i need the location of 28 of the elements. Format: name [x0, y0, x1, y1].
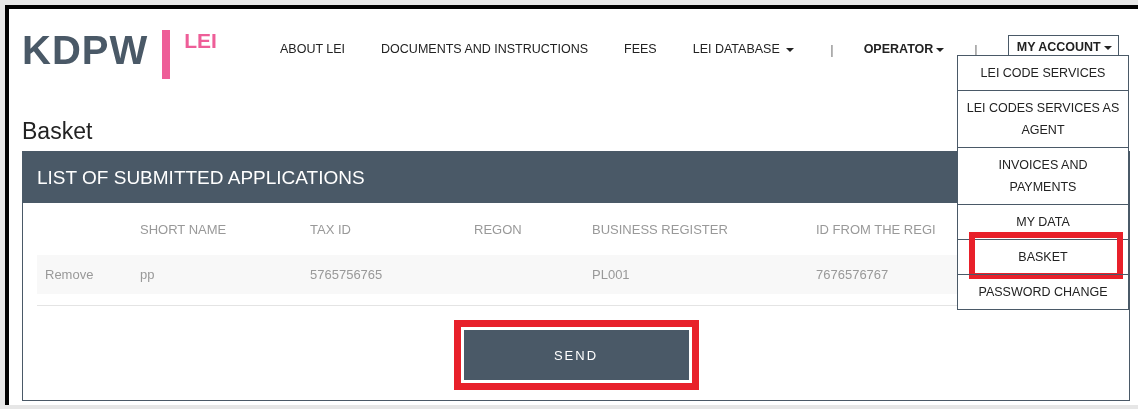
- nav-link[interactable]: FEES: [624, 42, 657, 56]
- menu-item[interactable]: LEI CODES SERVICES AS AGENT: [958, 91, 1128, 147]
- menu-item[interactable]: INVOICES AND PAYMENTS: [958, 148, 1128, 204]
- table-cell-text: pp: [140, 267, 156, 282]
- table-cell-text: PL001: [592, 267, 631, 282]
- logo-text[interactable]: KDPW: [22, 30, 149, 70]
- caret-icon: [786, 47, 795, 52]
- nav-dropdown[interactable]: LEI DATABASE: [692, 42, 795, 56]
- menu-item[interactable]: MY DATA: [958, 205, 1128, 239]
- column-header: REGON: [474, 221, 523, 237]
- menu-item[interactable]: PASSWORD CHANGE: [958, 275, 1128, 309]
- nav-link[interactable]: DOCUMENTS AND INSTRUCTIONS: [381, 42, 589, 56]
- column-header: ID FROM THE REGI: [816, 221, 936, 237]
- menu-item[interactable]: BASKET: [958, 240, 1128, 274]
- send-button[interactable]: SEND: [463, 330, 689, 380]
- column-header: TAX ID: [310, 221, 352, 237]
- table-cell: 7676576767: [816, 267, 889, 282]
- column-header: BUSINESS REGISTER: [592, 221, 729, 237]
- menu-item[interactable]: LEI CODE SERVICES: [958, 56, 1128, 90]
- column-header: SHORT NAME: [140, 221, 228, 237]
- table-cell-text: 5765756765: [310, 267, 384, 282]
- nav-link[interactable]: ABOUT LEI: [280, 42, 346, 56]
- nav-separator: |: [830, 41, 834, 57]
- caret-icon: [1103, 45, 1112, 50]
- caret-icon: [936, 47, 945, 52]
- user-menu[interactable]: OPERATOR: [863, 42, 945, 56]
- page-title: Basket: [22, 118, 93, 144]
- logo-bar: [162, 30, 171, 79]
